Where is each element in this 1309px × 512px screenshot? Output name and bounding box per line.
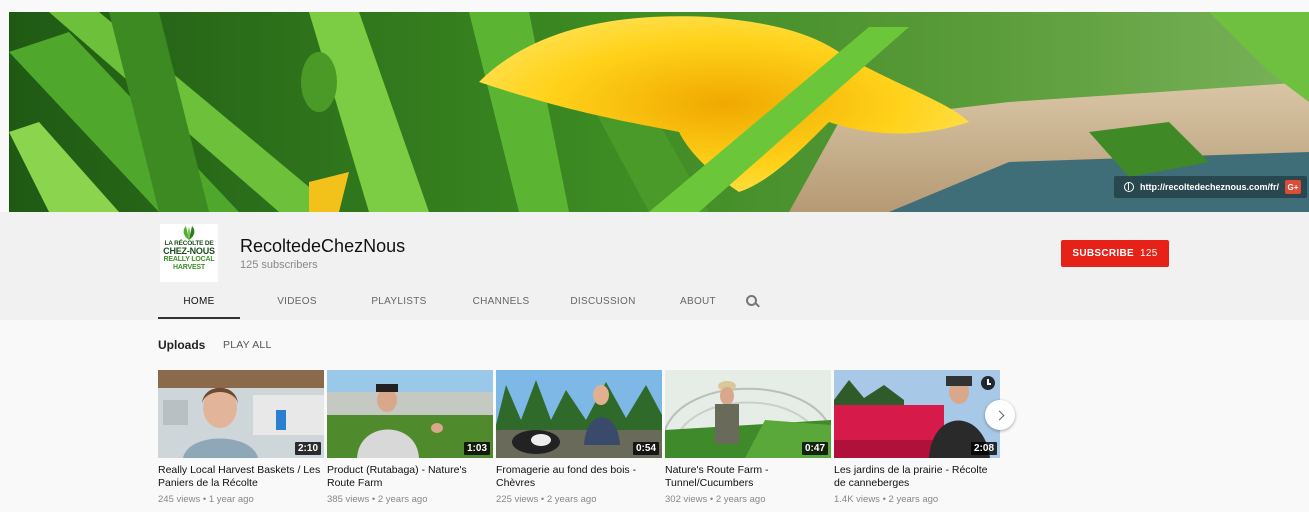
video-thumbnail[interactable]: 1:03 (327, 370, 493, 458)
video-title[interactable]: Les jardins de la prairie - Récolte de c… (834, 464, 1000, 489)
video-meta: 225 views • 2 years ago (496, 494, 597, 505)
video-card[interactable]: 2:10 Really Local Harvest Baskets / Les … (158, 370, 324, 505)
video-duration: 2:08 (970, 442, 997, 455)
subscribe-label: SUBSCRIBE (1072, 248, 1134, 259)
google-plus-icon[interactable]: G+ (1285, 180, 1301, 194)
subscribe-button[interactable]: SUBSCRIBE 125 (1061, 240, 1169, 267)
video-thumbnail[interactable]: 2:10 (158, 370, 324, 458)
subscribe-count: 125 (1140, 248, 1158, 259)
tab-discussion[interactable]: DISCUSSION (558, 286, 648, 319)
chevron-right-icon (994, 410, 1004, 420)
tab-videos[interactable]: VIDEOS (252, 286, 342, 319)
leaf-icon (183, 226, 195, 240)
uploads-heading[interactable]: Uploads (158, 338, 205, 352)
video-title[interactable]: Really Local Harvest Baskets / Les Panie… (158, 464, 324, 489)
logo-line-4: HARVEST (173, 264, 205, 271)
video-duration: 1:03 (463, 442, 490, 455)
video-title[interactable]: Nature's Route Farm - Tunnel/Cucumbers (665, 464, 831, 489)
tab-about[interactable]: ABOUT (660, 286, 736, 319)
channel-banner: http://recoltedecheznous.com/fr/ G+ (9, 12, 1309, 212)
tab-channels[interactable]: CHANNELS (456, 286, 546, 319)
tab-playlists[interactable]: PLAYLISTS (354, 286, 444, 319)
video-meta: 1.4K views • 2 years ago (834, 494, 939, 505)
subscriber-count: 125 subscribers (240, 259, 318, 271)
video-card[interactable]: 1:03 Product (Rutabaga) - Nature's Route… (327, 370, 493, 505)
video-title[interactable]: Product (Rutabaga) - Nature's Route Farm (327, 464, 493, 489)
logo-line-2: CHEZ-NOUS (163, 246, 215, 256)
search-icon[interactable] (746, 295, 758, 307)
logo-line-3: REALLY LOCAL (163, 256, 215, 263)
video-duration: 2:10 (294, 442, 321, 455)
video-card[interactable]: 2:08 Les jardins de la prairie - Récolte… (834, 370, 1000, 505)
video-thumbnail[interactable]: 0:47 (665, 370, 831, 458)
video-duration: 0:47 (801, 442, 828, 455)
channel-name[interactable]: RecoltedeChezNous (240, 236, 405, 257)
video-duration: 0:54 (632, 442, 659, 455)
channel-avatar[interactable]: LA RÉCOLTE DE CHEZ-NOUS REALLY LOCAL HAR… (160, 224, 218, 282)
video-card[interactable]: 0:54 Fromagerie au fond des bois - Chèvr… (496, 370, 662, 505)
video-meta: 245 views • 1 year ago (158, 494, 254, 505)
video-thumbnail[interactable]: 2:08 (834, 370, 1000, 458)
video-meta: 385 views • 2 years ago (327, 494, 428, 505)
carousel-next-button[interactable] (985, 400, 1015, 430)
video-meta: 302 views • 2 years ago (665, 494, 766, 505)
video-card[interactable]: 0:47 Nature's Route Farm - Tunnel/Cucumb… (665, 370, 831, 505)
banner-links[interactable]: http://recoltedecheznous.com/fr/ G+ (1113, 176, 1307, 198)
globe-icon (1123, 182, 1134, 192)
play-all-link[interactable]: PLAY ALL (223, 339, 272, 351)
tab-home[interactable]: HOME (158, 286, 240, 319)
channel-tabs: HOME VIDEOS PLAYLISTS CHANNELS DISCUSSIO… (158, 286, 758, 320)
channel-header: LA RÉCOLTE DE CHEZ-NOUS REALLY LOCAL HAR… (0, 212, 1309, 320)
video-title[interactable]: Fromagerie au fond des bois - Chèvres (496, 464, 662, 489)
video-thumbnail[interactable]: 0:54 (496, 370, 662, 458)
watch-later-icon[interactable] (981, 376, 995, 390)
banner-website-link[interactable]: http://recoltedecheznous.com/fr/ (1140, 182, 1279, 192)
